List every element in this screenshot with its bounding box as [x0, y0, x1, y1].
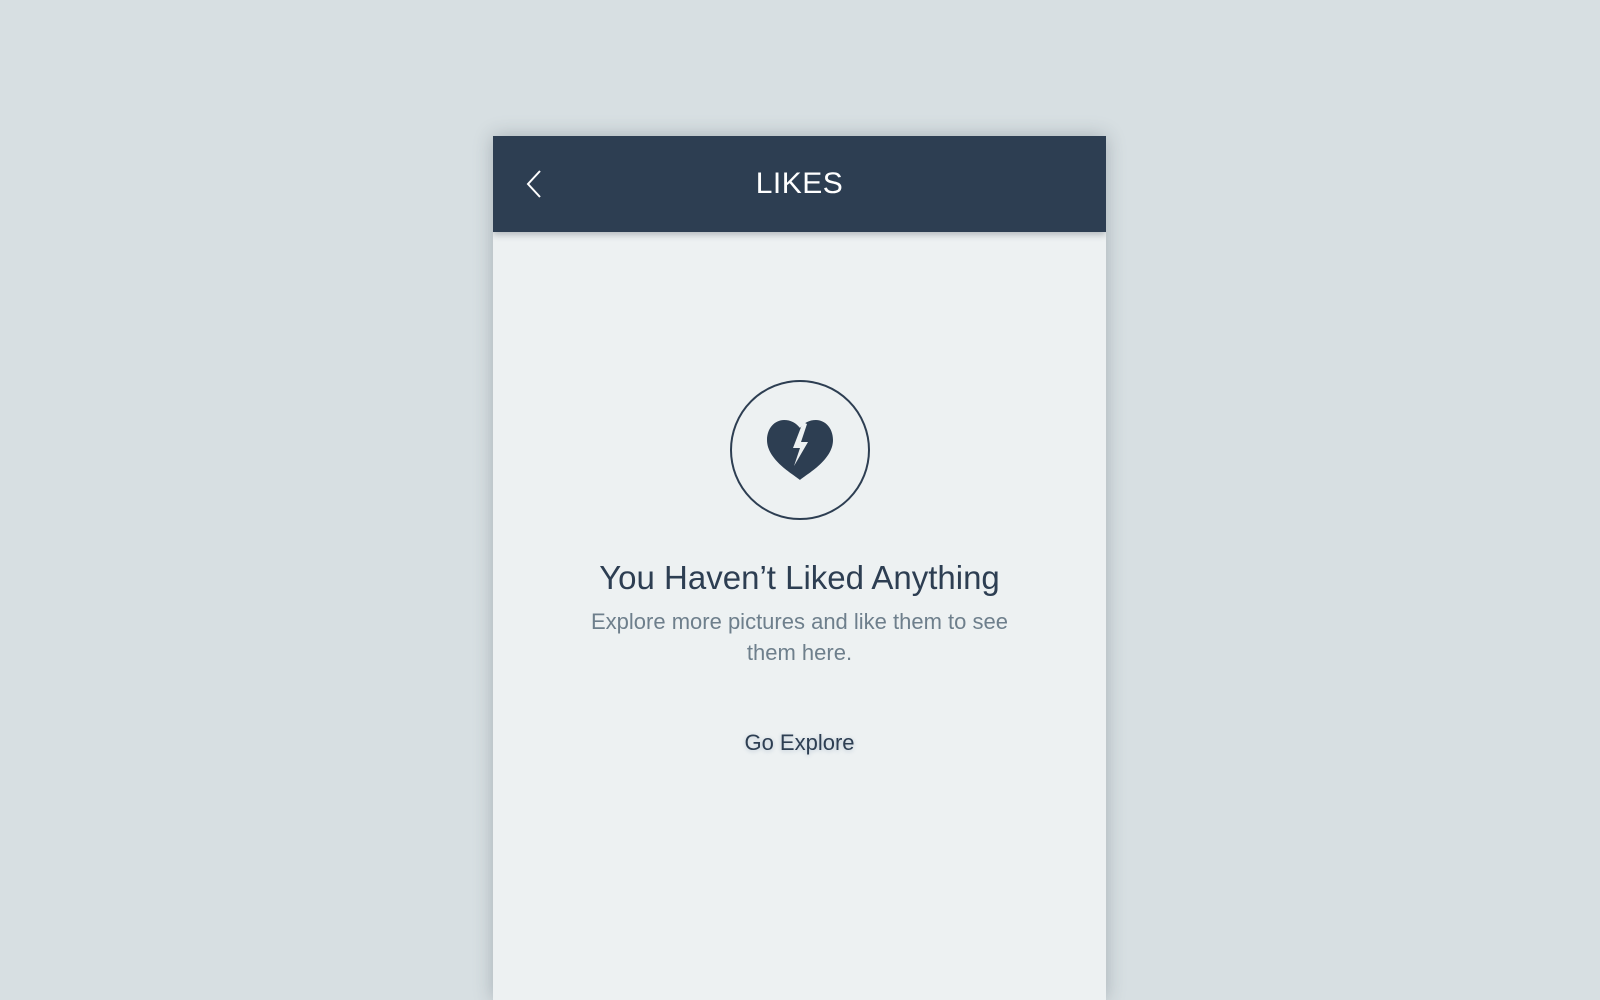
empty-state-icon-circle	[729, 380, 870, 520]
navigation-bar: LIKES	[493, 136, 1106, 232]
empty-state: You Haven’t Liked Anything Explore more …	[493, 380, 1106, 762]
go-explore-button[interactable]: Go Explore	[734, 724, 864, 762]
phone-screen: LIKES You Haven’t Liked Anything Explore…	[493, 136, 1106, 1000]
broken-heart-icon	[766, 420, 833, 480]
canvas: LIKES You Haven’t Liked Anything Explore…	[0, 0, 1600, 1000]
empty-state-subtitle: Explore more pictures and like them to s…	[591, 609, 1008, 665]
empty-state-title: You Haven’t Liked Anything	[599, 559, 1000, 596]
page-title: LIKES	[755, 167, 844, 200]
